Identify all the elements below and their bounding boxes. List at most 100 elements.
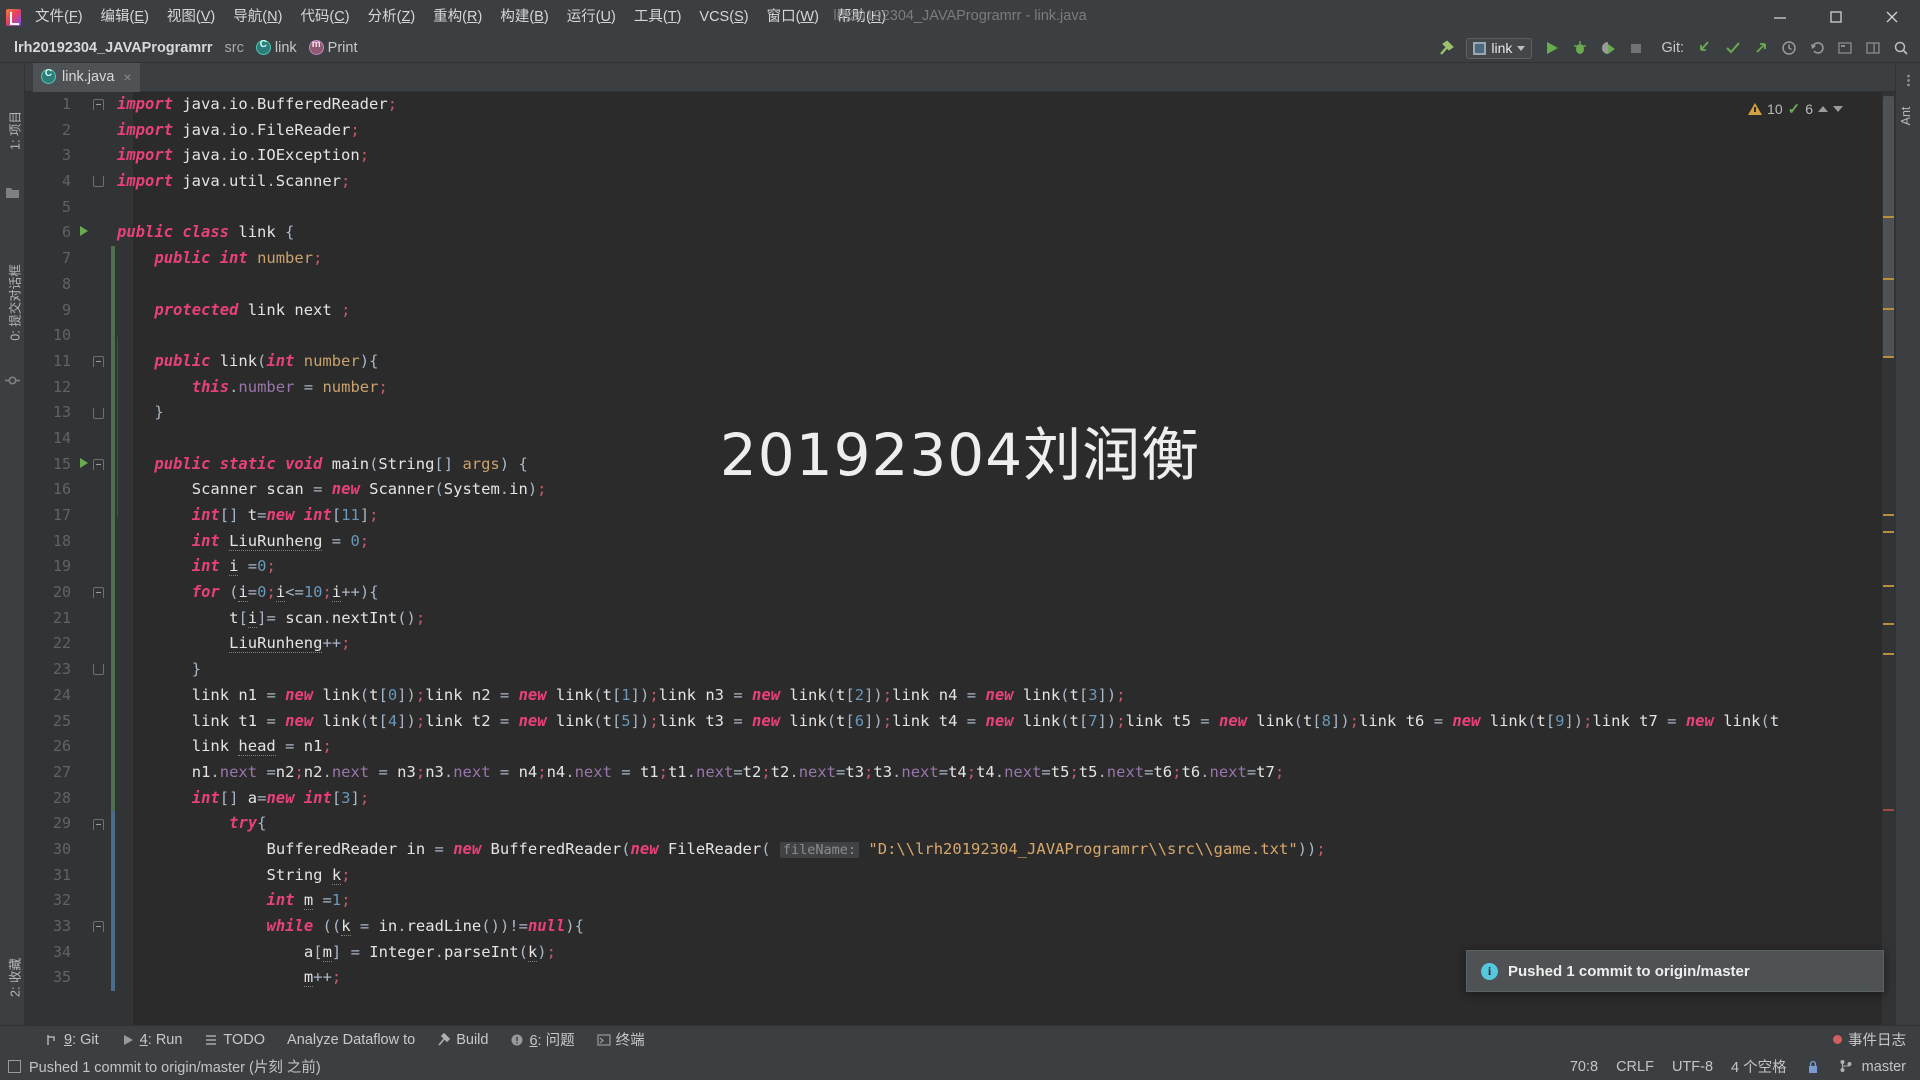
- line-number[interactable]: 30: [25, 837, 71, 863]
- magnifier-icon[interactable]: [1888, 37, 1914, 60]
- code-text[interactable]: }: [117, 400, 163, 426]
- chevron-up-icon[interactable]: [1818, 106, 1828, 112]
- fold-toggle[interactable]: [89, 657, 107, 683]
- code-line[interactable]: 28 int[] a=new int[3];: [25, 785, 1895, 812]
- code-line[interactable]: 12 this.number = number;: [25, 374, 1895, 401]
- code-editor[interactable]: 1 import java.io.BufferedReader; 2 import j…: [25, 92, 1895, 1025]
- code-text[interactable]: import java.io.BufferedReader;: [117, 92, 397, 118]
- sidebar-item-ant[interactable]: Ant: [1899, 76, 1913, 156]
- code-line[interactable]: 24 link n1 = new link(t[0]);link n2 = ne…: [25, 682, 1895, 709]
- vcs-change-marker[interactable]: [111, 785, 115, 812]
- code-text[interactable]: BufferedReader in = new BufferedReader(n…: [117, 837, 1326, 864]
- line-number[interactable]: 10: [25, 323, 71, 349]
- code-text[interactable]: String k;: [117, 863, 351, 889]
- code-line[interactable]: 7 public int number;: [25, 246, 1895, 272]
- breadcrumb-print[interactable]: Print: [303, 38, 364, 58]
- file-encoding[interactable]: UTF-8: [1672, 1059, 1713, 1075]
- marker-error[interactable]: [1883, 809, 1894, 811]
- tool-window-build[interactable]: Build: [428, 1030, 497, 1050]
- sidebar-item-commit[interactable]: 0: 提交对话框: [5, 261, 24, 345]
- search-everywhere-icon[interactable]: [1832, 37, 1858, 60]
- fold-toggle[interactable]: [89, 914, 107, 940]
- line-number[interactable]: 12: [25, 375, 71, 401]
- line-number[interactable]: 29: [25, 811, 71, 837]
- vcs-change-marker[interactable]: [111, 631, 115, 658]
- menu-item-n[interactable]: 导航(N): [224, 3, 291, 31]
- vcs-change-marker[interactable]: [111, 914, 115, 940]
- fold-toggle[interactable]: [89, 811, 107, 837]
- code-text[interactable]: import java.io.IOException;: [117, 143, 369, 169]
- code-text[interactable]: public int number;: [117, 246, 322, 272]
- close-tab-icon[interactable]: ×: [123, 69, 131, 85]
- menu-item-t[interactable]: 工具(T): [625, 3, 691, 31]
- line-number[interactable]: 22: [25, 631, 71, 657]
- marker-warning[interactable]: [1883, 308, 1894, 310]
- code-text[interactable]: protected link next ;: [117, 298, 350, 324]
- maximize-icon[interactable]: [1808, 0, 1864, 34]
- code-line[interactable]: 17 int[] t=new int[11];: [25, 503, 1895, 529]
- vcs-change-marker[interactable]: [111, 734, 115, 760]
- run-button[interactable]: [1539, 37, 1565, 60]
- line-number[interactable]: 6: [25, 220, 71, 246]
- code-line[interactable]: 5: [25, 195, 1895, 221]
- close-icon[interactable]: [1864, 0, 1920, 34]
- window-controls[interactable]: [1752, 0, 1920, 34]
- line-separator[interactable]: CRLF: [1616, 1059, 1654, 1075]
- vcs-change-marker[interactable]: [111, 348, 115, 375]
- line-number[interactable]: 2: [25, 118, 71, 144]
- code-line[interactable]: 1 import java.io.BufferedReader;: [25, 92, 1895, 118]
- fold-toggle[interactable]: [89, 92, 107, 118]
- tool-window-problems[interactable]: 6: 问题: [501, 1027, 583, 1052]
- code-line[interactable]: 19 int i =0;: [25, 554, 1895, 581]
- code-line[interactable]: 15 public static void main(String[] args…: [25, 451, 1895, 478]
- vcs-change-marker[interactable]: [111, 888, 115, 914]
- line-number[interactable]: 20: [25, 580, 71, 606]
- tool-window-run[interactable]: 4: Run: [112, 1030, 192, 1050]
- code-text[interactable]: import java.io.FileReader;: [117, 118, 360, 144]
- chevron-down-icon[interactable]: [1833, 106, 1843, 112]
- line-number[interactable]: 16: [25, 477, 71, 503]
- build-hammer-icon[interactable]: [1433, 37, 1459, 60]
- fold-toggle[interactable]: [89, 580, 107, 606]
- marker-warning[interactable]: [1883, 278, 1894, 280]
- breadcrumb-project[interactable]: lrh20192304_JAVAProgramrr: [8, 38, 219, 58]
- vcs-change-marker[interactable]: [111, 451, 115, 478]
- code-text[interactable]: link t1 = new link(t[4]);link t2 = new l…: [117, 709, 1779, 735]
- line-number[interactable]: 31: [25, 863, 71, 889]
- debug-button[interactable]: [1567, 37, 1593, 60]
- run-gutter-icon[interactable]: [80, 457, 88, 468]
- menu-item-r[interactable]: 重构(R): [424, 3, 491, 31]
- line-number[interactable]: 26: [25, 734, 71, 760]
- code-line[interactable]: 22 LiuRunheng++;: [25, 631, 1895, 658]
- code-line[interactable]: 4 import java.util.Scanner;: [25, 169, 1895, 195]
- code-text[interactable]: t[i]= scan.nextInt();: [117, 606, 425, 632]
- git-branch[interactable]: master: [1839, 1059, 1906, 1075]
- code-text[interactable]: public class link {: [117, 220, 294, 246]
- menu-item-u[interactable]: 运行(U): [558, 3, 625, 31]
- code-text[interactable]: LiuRunheng++;: [117, 631, 350, 657]
- line-number[interactable]: 5: [25, 195, 71, 221]
- vcs-change-marker[interactable]: [111, 503, 115, 529]
- minimize-icon[interactable]: [1752, 0, 1808, 34]
- vcs-change-marker[interactable]: [111, 297, 115, 324]
- folder-icon[interactable]: [5, 185, 20, 200]
- vcs-change-marker[interactable]: [111, 400, 115, 426]
- code-line[interactable]: 21 t[i]= scan.nextInt();: [25, 605, 1895, 632]
- vcs-change-marker[interactable]: [111, 323, 115, 349]
- code-text[interactable]: a[m] = Integer.parseInt(k);: [117, 940, 556, 966]
- marker-warning[interactable]: [1883, 531, 1894, 533]
- code-line[interactable]: 20 for (i=0;i<=10;i++){: [25, 580, 1895, 606]
- stop-button[interactable]: [1623, 37, 1649, 60]
- vcs-change-marker[interactable]: [111, 862, 115, 889]
- line-number[interactable]: 17: [25, 503, 71, 529]
- line-number[interactable]: 14: [25, 426, 71, 452]
- line-number[interactable]: 4: [25, 169, 71, 195]
- code-text[interactable]: import java.util.Scanner;: [117, 169, 350, 195]
- code-text[interactable]: try{: [117, 811, 266, 837]
- run-with-coverage-button[interactable]: [1595, 37, 1621, 60]
- code-text[interactable]: int[] t=new int[11];: [117, 503, 379, 529]
- caret-position[interactable]: 70:8: [1570, 1059, 1598, 1075]
- notification-balloon[interactable]: i Pushed 1 commit to origin/master: [1466, 950, 1884, 992]
- code-line[interactable]: 29 try{: [25, 811, 1895, 837]
- line-number[interactable]: 21: [25, 606, 71, 632]
